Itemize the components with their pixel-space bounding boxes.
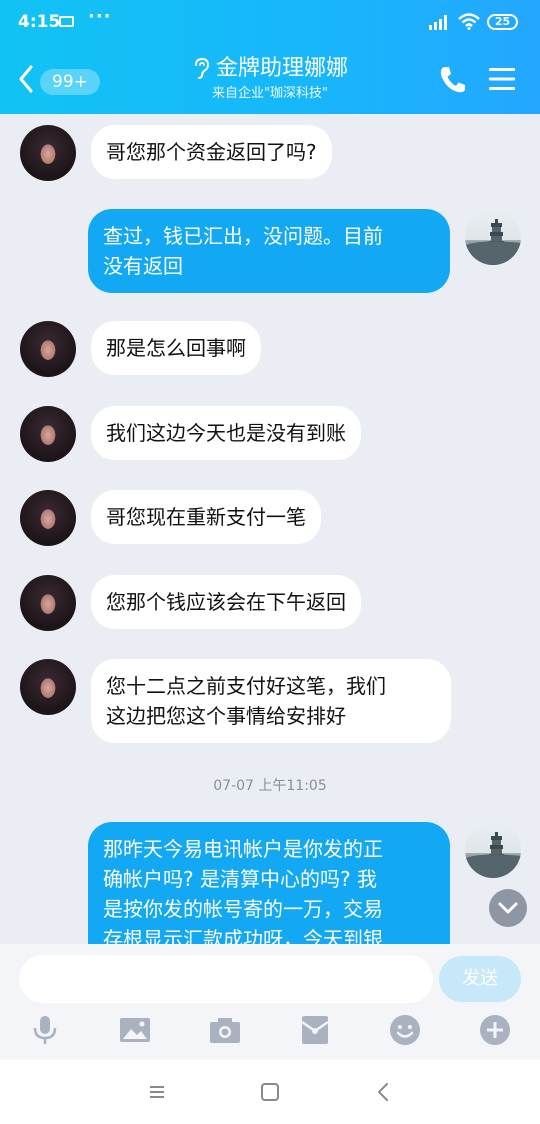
contact-avatar[interactable] [20, 575, 76, 631]
message-bubble-received[interactable]: 那是怎么回事啊 [91, 321, 261, 375]
menu-icon [489, 68, 515, 90]
chevron-down-icon [498, 902, 518, 914]
contact-avatar[interactable] [20, 321, 76, 377]
system-nav-bar [0, 1060, 540, 1124]
plus-icon[interactable] [479, 1014, 511, 1046]
contact-avatar[interactable] [20, 406, 76, 462]
send-button[interactable]: 发送 [439, 956, 521, 1002]
chat-header: 99+ 金牌助理娜娜 来自企业"珈深科技" [0, 44, 540, 114]
message-bubble-received[interactable]: 我们这边今天也是没有到账 [91, 406, 361, 460]
menu-button[interactable] [488, 66, 516, 92]
status-time: 4:15 [18, 12, 61, 32]
message-bubble-received[interactable]: 哥您那个资金返回了吗? [91, 125, 332, 179]
battery-icon: 25 [487, 14, 518, 30]
contact-avatar[interactable] [20, 659, 76, 715]
more-notifications-icon: ··· [88, 6, 112, 27]
red-packet-icon[interactable] [299, 1014, 331, 1046]
contact-name: 金牌助理娜娜 [215, 56, 348, 81]
message-bubble-sent[interactable]: 查过，钱已汇出，没问题。目前 没有返回 [88, 209, 450, 293]
recent-apps-button[interactable] [142, 1078, 172, 1106]
screen-record-icon [59, 16, 74, 27]
message-bubble-received[interactable]: 哥您现在重新支付一笔 [91, 490, 321, 544]
emoji-icon[interactable] [389, 1014, 421, 1046]
signal-icon [429, 15, 447, 30]
mic-icon[interactable] [29, 1014, 61, 1046]
back-nav-button[interactable] [368, 1078, 398, 1106]
back-button[interactable]: 99+ [18, 59, 104, 101]
my-avatar[interactable] [465, 209, 521, 265]
scroll-to-bottom-button[interactable] [489, 889, 527, 927]
contact-avatar[interactable] [20, 490, 76, 546]
chat-screen: 4:15 ··· 25 99+ 金牌助理娜娜 来自企业"珈深科技" 哥您那个资金… [0, 0, 540, 1124]
top-bar: 4:15 ··· 25 99+ 金牌助理娜娜 来自企业"珈深科技" [0, 0, 540, 114]
phone-icon [440, 67, 465, 93]
home-button[interactable] [255, 1078, 285, 1106]
camera-icon[interactable] [209, 1014, 241, 1046]
message-bubble-received[interactable]: 您十二点之前支付好这笔，我们 这边把您这个事情给安排好 [91, 659, 451, 743]
status-bar: 4:15 ··· 25 [0, 0, 540, 44]
call-button[interactable] [438, 64, 466, 94]
message-list[interactable]: 哥您那个资金返回了吗? 查过，钱已汇出，没问题。目前 没有返回 那是怎么回事啊 … [0, 114, 540, 944]
chevron-left-icon [19, 65, 33, 93]
unread-count-badge: 99+ [40, 69, 100, 95]
message-timestamp: 07-07 上午11:05 [213, 778, 327, 794]
contact-avatar[interactable] [20, 125, 76, 181]
image-icon[interactable] [119, 1014, 151, 1046]
wifi-icon [458, 13, 480, 30]
pagoda-icon [465, 832, 521, 878]
my-avatar[interactable] [465, 822, 521, 878]
message-bubble-sent[interactable]: 那昨天今易电讯帐户是你发的正 确帐户吗? 是清算中心的吗? 我 是按你发的帐号寄… [88, 822, 450, 944]
pagoda-icon [465, 219, 521, 265]
input-bar: 发送 [0, 944, 540, 1060]
contact-subtitle: 来自企业"珈深科技" [212, 86, 328, 101]
chat-title: 金牌助理娜娜 来自企业"珈深科技" [150, 54, 390, 103]
message-input[interactable] [19, 955, 433, 1003]
ear-icon [194, 57, 209, 79]
message-bubble-received[interactable]: 您那个钱应该会在下午返回 [91, 575, 361, 629]
